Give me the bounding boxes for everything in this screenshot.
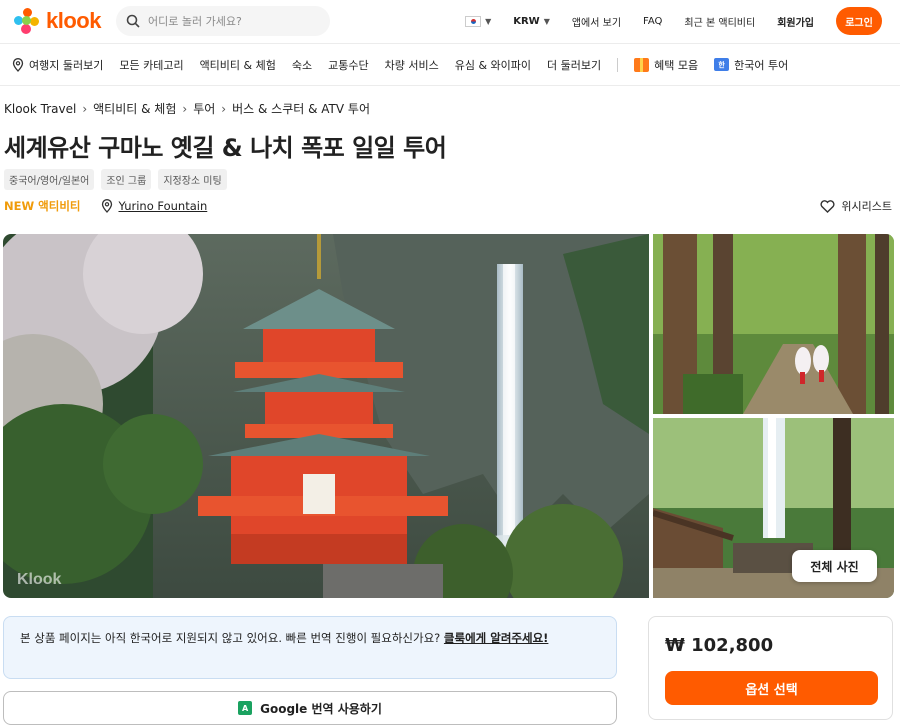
category-nav: 여행지 둘러보기 모든 카테고리 액티비티 & 체험 숙소 교통수단 차량 서비… <box>0 44 900 86</box>
nav-item-label: 유심 & 와이파이 <box>454 58 531 72</box>
nav-item-label: 한국어 투어 <box>734 58 789 72</box>
currency-label: KRW <box>513 15 540 27</box>
wishlist-button[interactable]: 위시리스트 <box>820 198 892 214</box>
location-pin-icon <box>101 199 112 213</box>
wishlist-label: 위시리스트 <box>841 200 892 213</box>
product-tags: 중국어/영어/일본어 조인 그룹 지정장소 미팅 <box>4 169 227 190</box>
nav-item-destinations[interactable]: 여행지 둘러보기 <box>12 57 103 73</box>
page-title: 세계유산 구마노 옛길 & 나치 폭포 일일 투어 <box>4 134 447 162</box>
tag-language: 중국어/영어/일본어 <box>4 169 95 190</box>
header-actions: ▼ KRW ▼ 앱에서 보기 FAQ 최근 본 액티비티 회원가입 로그인 <box>443 7 882 35</box>
login-button[interactable]: 로그인 <box>836 7 882 35</box>
breadcrumb-item[interactable]: 액티비티 & 체험 <box>93 100 176 117</box>
korean-tour-icon: 한 <box>714 58 730 71</box>
chevron-right-icon: › <box>182 101 188 116</box>
nav-item-label: 더 둘러보기 <box>547 58 602 72</box>
language-selector[interactable]: ▼ <box>465 15 492 27</box>
gift-icon <box>634 57 650 72</box>
nav-item-label: 숙소 <box>291 58 313 72</box>
heart-icon <box>820 199 835 213</box>
breadcrumb-item[interactable]: Klook Travel <box>4 102 76 116</box>
signup-link[interactable]: 회원가입 <box>777 14 814 29</box>
nav-item-promotions[interactable]: 혜택 모음 <box>634 57 698 73</box>
view-all-photos-button[interactable]: 전체 사진 <box>792 550 877 582</box>
nav-item-label: 차량 서비스 <box>384 58 439 72</box>
klook-watermark: Klook <box>17 571 62 588</box>
app-link[interactable]: 앱에서 보기 <box>572 14 621 29</box>
chevron-down-icon: ▼ <box>485 16 492 26</box>
search-icon <box>126 14 140 28</box>
recently-viewed-link[interactable]: 최근 본 액티비티 <box>684 14 755 29</box>
location-name: Yurino Fountain <box>118 199 208 213</box>
notify-klook-link[interactable]: 클룩에게 알려주세요! <box>444 631 548 645</box>
translation-notice: 본 상품 페이지는 아직 한국어로 지원되지 않고 있어요. 빠른 번역 진행이… <box>3 616 617 679</box>
main-photo-pagoda-waterfall[interactable]: Klook <box>3 234 649 598</box>
nav-item-label: 혜택 모음 <box>654 58 699 72</box>
nav-item-label: 모든 카테고리 <box>119 58 184 72</box>
nav-divider <box>617 57 619 72</box>
chevron-down-icon: ▼ <box>543 16 550 26</box>
top-header: klook ▼ KRW ▼ 앱에서 보기 FAQ 최근 본 액티비티 회원가입 … <box>0 0 900 44</box>
select-option-button[interactable]: 옵션 선택 <box>665 671 878 705</box>
breadcrumb-item[interactable]: 투어 <box>193 100 215 117</box>
google-translate-button[interactable]: A Google 번역 사용하기 <box>3 691 617 725</box>
brand-name: klook <box>46 8 101 33</box>
chevron-right-icon: › <box>221 101 227 116</box>
klook-logo-icon <box>14 8 40 34</box>
chevron-right-icon: › <box>82 101 88 116</box>
nav-item-sim-wifi[interactable]: 유심 & 와이파이 <box>455 57 531 73</box>
nav-item-label: 액티비티 & 체험 <box>199 58 276 72</box>
nav-item-transport[interactable]: 교통수단 <box>328 57 368 73</box>
product-meta: NEW 액티비티 Yurino Fountain <box>4 198 207 214</box>
nav-item-car-service[interactable]: 차량 서비스 <box>385 57 439 73</box>
nav-item-hotels[interactable]: 숙소 <box>292 57 312 73</box>
nav-item-label: 교통수단 <box>328 58 369 72</box>
notice-text: 본 상품 페이지는 아직 한국어로 지원되지 않고 있어요. 빠른 번역 진행이… <box>20 631 444 645</box>
faq-link[interactable]: FAQ <box>643 16 662 27</box>
photo-gallery: Klook <box>3 234 894 598</box>
tag-meeting: 지정장소 미팅 <box>158 169 227 190</box>
price: ₩ 102,800 <box>665 635 774 656</box>
booking-card: ₩ 102,800 옵션 선택 <box>648 616 893 720</box>
google-translate-icon: A <box>238 701 253 715</box>
location-pin-icon <box>12 57 24 72</box>
korea-flag-icon <box>465 15 482 27</box>
new-activity-badge: NEW 액티비티 <box>4 199 81 213</box>
tag-group: 조인 그룹 <box>101 169 152 190</box>
google-translate-label: Google 번역 사용하기 <box>260 701 382 716</box>
nav-item-activities[interactable]: 액티비티 & 체험 <box>200 57 276 73</box>
breadcrumb-item[interactable]: 버스 & 스쿠터 & ATV 투어 <box>232 100 370 117</box>
nav-item-korean-tour[interactable]: 한 한국어 투어 <box>714 57 788 73</box>
location-link[interactable]: Yurino Fountain <box>101 199 208 213</box>
nav-item-label: 여행지 둘러보기 <box>29 58 104 72</box>
currency-selector[interactable]: KRW ▼ <box>513 16 550 27</box>
search-bar[interactable] <box>116 6 330 36</box>
search-input[interactable] <box>148 14 318 28</box>
nav-item-all-categories[interactable]: 모든 카테고리 <box>119 57 183 73</box>
breadcrumb: Klook Travel › 액티비티 & 체험 › 투어 › 버스 & 스쿠터… <box>4 100 370 117</box>
klook-logo[interactable]: klook <box>14 8 101 34</box>
nav-item-more[interactable]: 더 둘러보기 <box>547 57 601 73</box>
photo-forest-path[interactable] <box>653 234 894 414</box>
